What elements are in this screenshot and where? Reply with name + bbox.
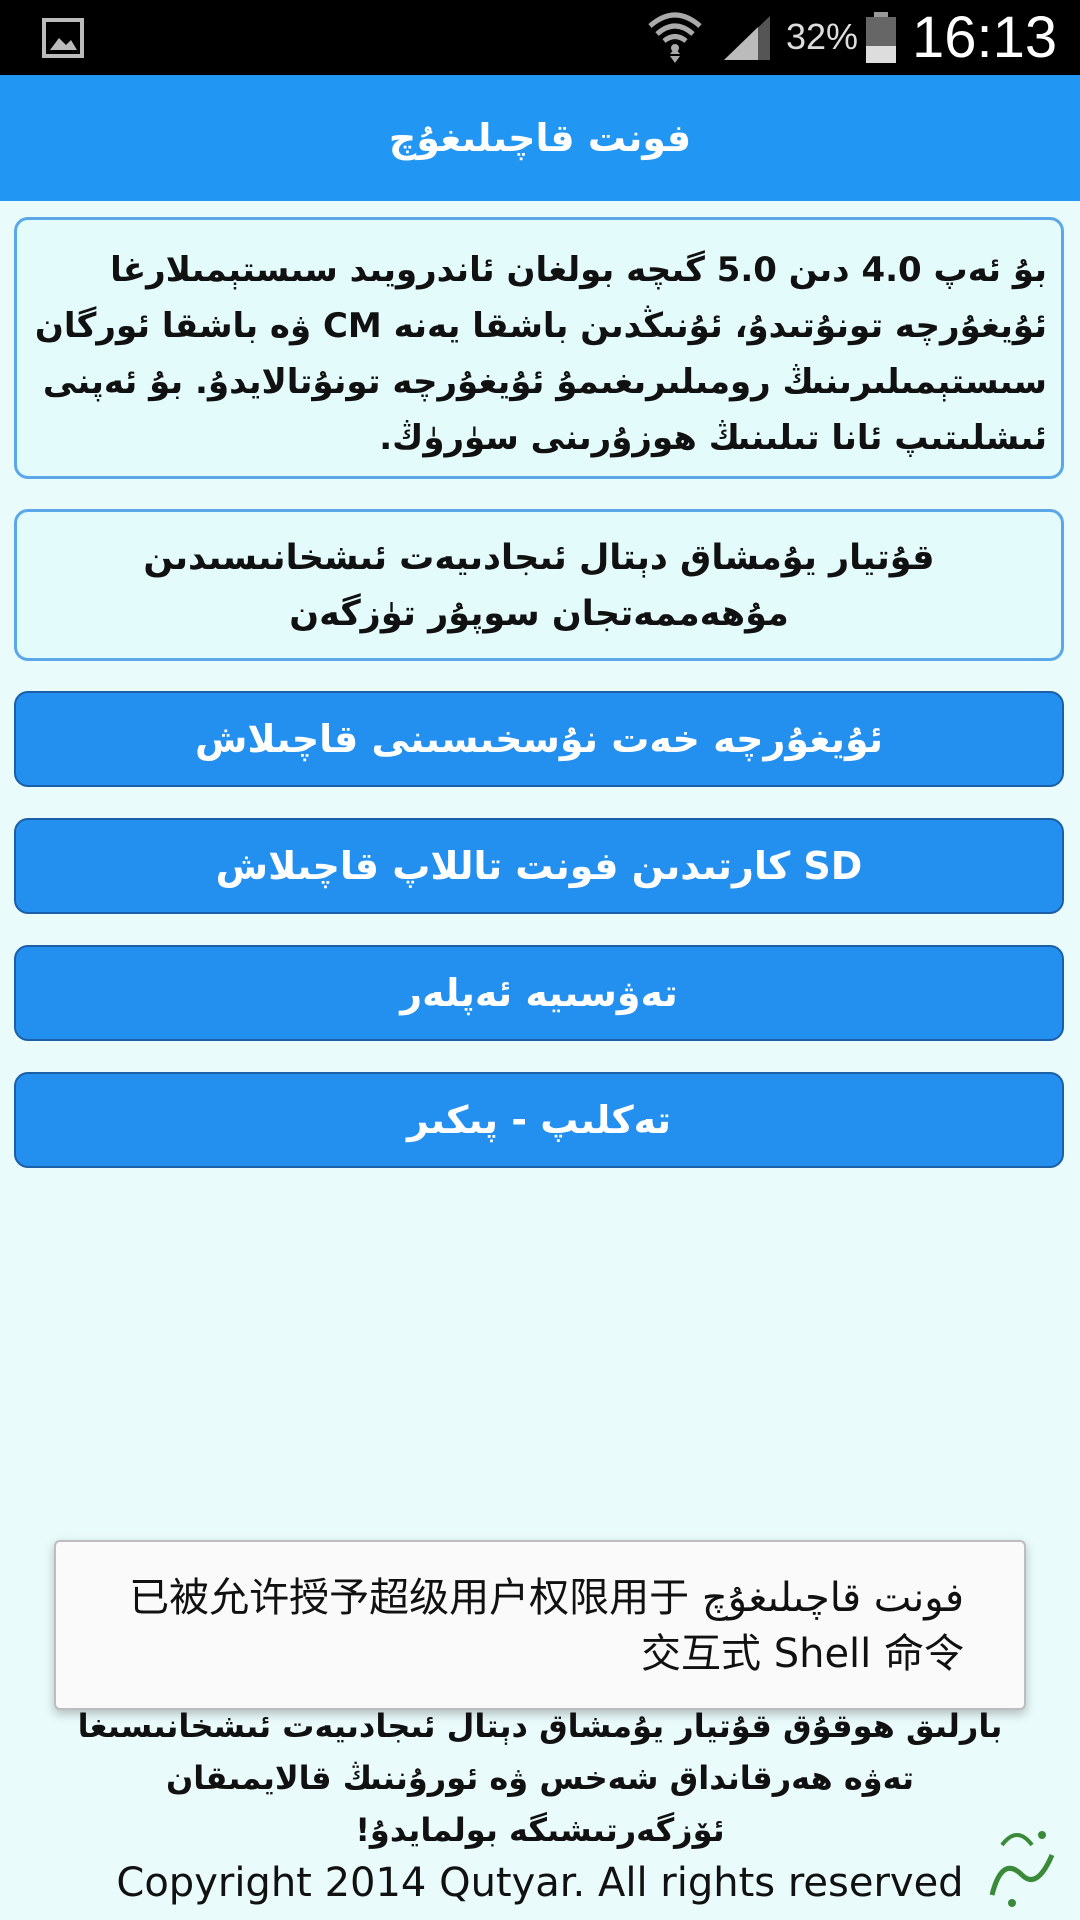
install-font-label: ئۇيغۇرچە خەت نۇسخىسىنى قاچىلاش xyxy=(194,717,884,761)
rights-text: بارلىق ھوقۇق قۇتيار يۇمشاق دېتال ئىجادىي… xyxy=(77,1707,1003,1849)
toast-message: فونت قاچىلىغۇچ 已被允许授予超级用户权限用于交互式 Shell 命… xyxy=(129,1575,964,1677)
clock: 16:13 xyxy=(912,5,1058,70)
recommended-apps-button[interactable]: تەۋسىيە ئەپلەر xyxy=(14,945,1064,1041)
wifi-icon xyxy=(648,12,702,63)
sd-card-install-button[interactable]: SD كارتىدىن فونت تاللاپ قاچىلاش xyxy=(14,818,1064,914)
install-font-button[interactable]: ئۇيغۇرچە خەت نۇسخىسىنى قاچىلاش xyxy=(14,691,1064,787)
footer: بارلىق ھوقۇق قۇتيار يۇمشاق دېتال ئىجادىي… xyxy=(0,1700,1080,1920)
author-card: قۇتيار يۇمشاق دېتال ئىجادىيەت ئىشخانىسىد… xyxy=(14,509,1064,661)
author-text: قۇتيار يۇمشاق دېتال ئىجادىيەت ئىشخانىسىد… xyxy=(143,538,935,634)
status-bar: 32% 16:13 xyxy=(0,0,1080,75)
gallery-icon xyxy=(42,18,84,58)
battery-percent: 32% xyxy=(786,16,859,57)
page-title: فونت قاچىلىغۇچ xyxy=(388,116,692,160)
signal-icon xyxy=(724,16,770,60)
description-card: بۇ ئەپ 4.0 دىن 5.0 گىچە بولغان ئاندرويىد… xyxy=(14,217,1064,479)
website-link[interactable]: www.Qutyar.net xyxy=(380,1910,699,1920)
superuser-toast: فونت قاچىلىغۇچ 已被允许授予超级用户权限用于交互式 Shell 命… xyxy=(54,1540,1026,1710)
recommended-apps-label: تەۋسىيە ئەپلەر xyxy=(400,971,678,1015)
battery-icon xyxy=(866,12,896,63)
description-text: بۇ ئەپ 4.0 دىن 5.0 گىچە بولغان ئاندرويىد… xyxy=(34,250,1047,458)
app-bar: فونت قاچىلىغۇچ xyxy=(0,75,1080,201)
feedback-label: تەكلىپ - پىكىر xyxy=(407,1098,671,1142)
feedback-button[interactable]: تەكلىپ - پىكىر xyxy=(14,1072,1064,1168)
calligraphy-logo-icon xyxy=(989,1831,1055,1907)
copyright-text: Copyright 2014 Qutyar. All rights reserv… xyxy=(116,1860,964,1906)
sd-card-install-label: SD كارتىدىن فونت تاللاپ قاچىلاش xyxy=(215,844,863,888)
